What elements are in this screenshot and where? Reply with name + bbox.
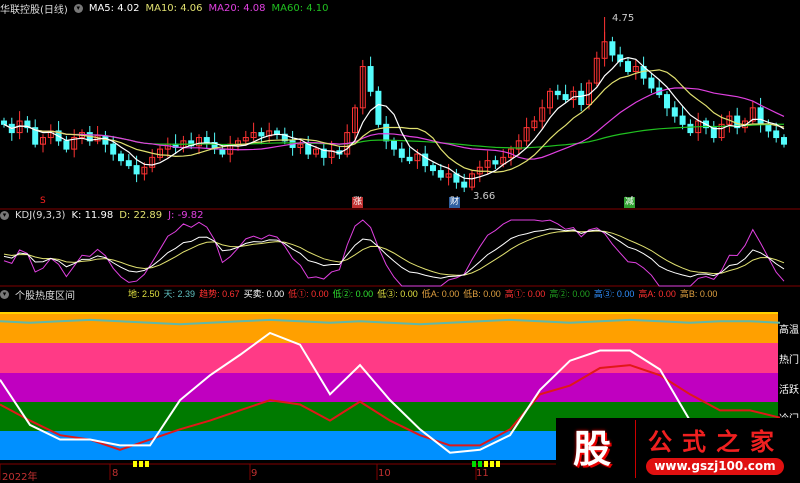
signal-square xyxy=(472,461,476,467)
candle-body xyxy=(305,143,312,155)
settings-icon[interactable]: ▾ xyxy=(73,3,83,13)
candle-body xyxy=(437,170,444,178)
kdj-d: D: 22.89 xyxy=(119,209,163,221)
candle-body xyxy=(430,165,436,172)
signal-square xyxy=(496,461,500,467)
candle-body xyxy=(375,90,382,125)
low-price-label: 3.66 xyxy=(473,191,496,202)
chart-canvas xyxy=(0,17,800,480)
heat-indicator: 买卖: 0.00 xyxy=(243,289,285,299)
candle-body xyxy=(203,137,210,144)
heat-zone-band xyxy=(0,314,778,343)
heat-indicator: 高B: 0.00 xyxy=(679,289,718,299)
heat-indicator: 高A: 0.00 xyxy=(638,289,676,299)
kdj-title: KDJ(9,3,3) xyxy=(15,209,66,221)
candle-body xyxy=(679,115,686,125)
candle-body xyxy=(765,123,772,132)
candle-body xyxy=(578,90,585,106)
candle-body xyxy=(1,120,7,125)
axis-label-nov: 11 xyxy=(476,468,489,479)
settings-icon[interactable]: ▾ xyxy=(0,210,9,220)
watermark-name: 公式之家 xyxy=(648,428,784,456)
candle-body xyxy=(648,77,655,89)
candle-body xyxy=(757,107,764,125)
heat-indicator: 趋势: 0.67 xyxy=(199,289,240,299)
candle-body xyxy=(258,132,265,137)
signal-square xyxy=(139,461,143,467)
heat-zone-band xyxy=(0,343,778,373)
watermark-logo: 股 公式之家 www.gszj100.com xyxy=(556,418,800,480)
candle-body xyxy=(664,94,670,109)
marker-finance[interactable]: 财 xyxy=(449,197,461,208)
axis-label-sep: 9 xyxy=(251,468,258,479)
signal-square xyxy=(484,461,488,467)
price-header: 华联控股(日线) ▾ MA5: 4.02 MA10: 4.06 MA20: 4.… xyxy=(0,1,329,16)
candle-body xyxy=(133,165,140,175)
ma20-value: MA20: 4.08 xyxy=(208,2,266,14)
candle-body xyxy=(562,94,569,101)
candle-body xyxy=(398,148,405,158)
candle-body xyxy=(554,90,561,96)
kdj-j: J: -9.82 xyxy=(168,209,204,221)
heat-indicator: 高①: 0.00 xyxy=(504,289,546,299)
heat-indicator: 低③: 0.00 xyxy=(377,289,418,299)
candle-body xyxy=(671,107,678,117)
candle-body xyxy=(118,153,124,162)
axis-label-aug: 8 xyxy=(112,468,119,479)
heat-indicator: 低A: 0.00 xyxy=(421,289,460,299)
ma60-value: MA60: 4.10 xyxy=(271,2,329,14)
candle-body xyxy=(125,160,132,167)
ma5-value: MA5: 4.02 xyxy=(88,2,140,14)
heat-header: ▾ 个股热度区间 xyxy=(0,287,75,302)
candle-body xyxy=(625,61,631,72)
candle-body xyxy=(492,160,499,165)
marker-reduce[interactable]: 减 xyxy=(624,197,636,208)
settings-icon[interactable]: ▾ xyxy=(0,289,9,299)
heat-indicator: 地: 2.50 xyxy=(128,289,160,299)
candle-body xyxy=(406,156,413,162)
heat-indicator: 高③: 0.00 xyxy=(593,289,635,299)
candle-body xyxy=(461,181,468,188)
kdj-d-line xyxy=(3,230,785,276)
candle-body xyxy=(773,130,780,139)
candle-body xyxy=(609,41,616,56)
heat-indicator: 低②: 0.00 xyxy=(332,289,374,299)
stock-title: 华联控股(日线) xyxy=(0,4,68,16)
heat-indicator: 低①: 0.00 xyxy=(288,289,329,299)
kdj-k: K: 11.98 xyxy=(71,209,114,221)
candle-body xyxy=(383,123,390,142)
axis-label-oct: 10 xyxy=(378,468,391,479)
high-price-label: 4.75 xyxy=(612,13,635,24)
watermark-url: www.gszj100.com xyxy=(646,458,784,475)
heat-title: 个股热度区间 xyxy=(15,290,75,302)
signal-square xyxy=(478,461,482,467)
signal-square xyxy=(133,461,137,467)
candle-body xyxy=(367,66,374,92)
zone-label-popular: 热门 xyxy=(779,355,799,366)
signal-square xyxy=(490,461,494,467)
candle-body xyxy=(781,137,787,145)
candle-body xyxy=(219,148,226,155)
heat-indicator: 低B: 0.00 xyxy=(463,289,501,299)
kdj-header: ▾ KDJ(9,3,3) K: 11.98 D: 22.89 J: -9.82 xyxy=(0,208,203,222)
watermark-icon: 股 xyxy=(572,427,611,471)
marker-rise[interactable]: 涨 xyxy=(352,197,364,208)
marker-s[interactable]: S xyxy=(39,196,47,207)
axis-label-year: 2022年 xyxy=(2,472,38,483)
heat-zone-band xyxy=(0,312,778,314)
candle-body xyxy=(110,143,117,155)
candle-body xyxy=(687,123,694,134)
heat-indicator: 高②: 0.00 xyxy=(549,289,590,299)
heat-indicator: 天: 2.39 xyxy=(163,289,196,299)
candle-body xyxy=(391,140,397,150)
zone-label-active: 活跃 xyxy=(779,385,799,396)
candle-body xyxy=(63,140,70,150)
signal-square xyxy=(145,461,149,467)
zone-label-hot: 高温 xyxy=(779,325,799,336)
heat-indicators: 地: 2.50 天: 2.39 趋势: 0.67 买卖: 0.00 低①: 0.00 低②… xyxy=(128,288,768,300)
ma10-value: MA10: 4.06 xyxy=(145,2,203,14)
